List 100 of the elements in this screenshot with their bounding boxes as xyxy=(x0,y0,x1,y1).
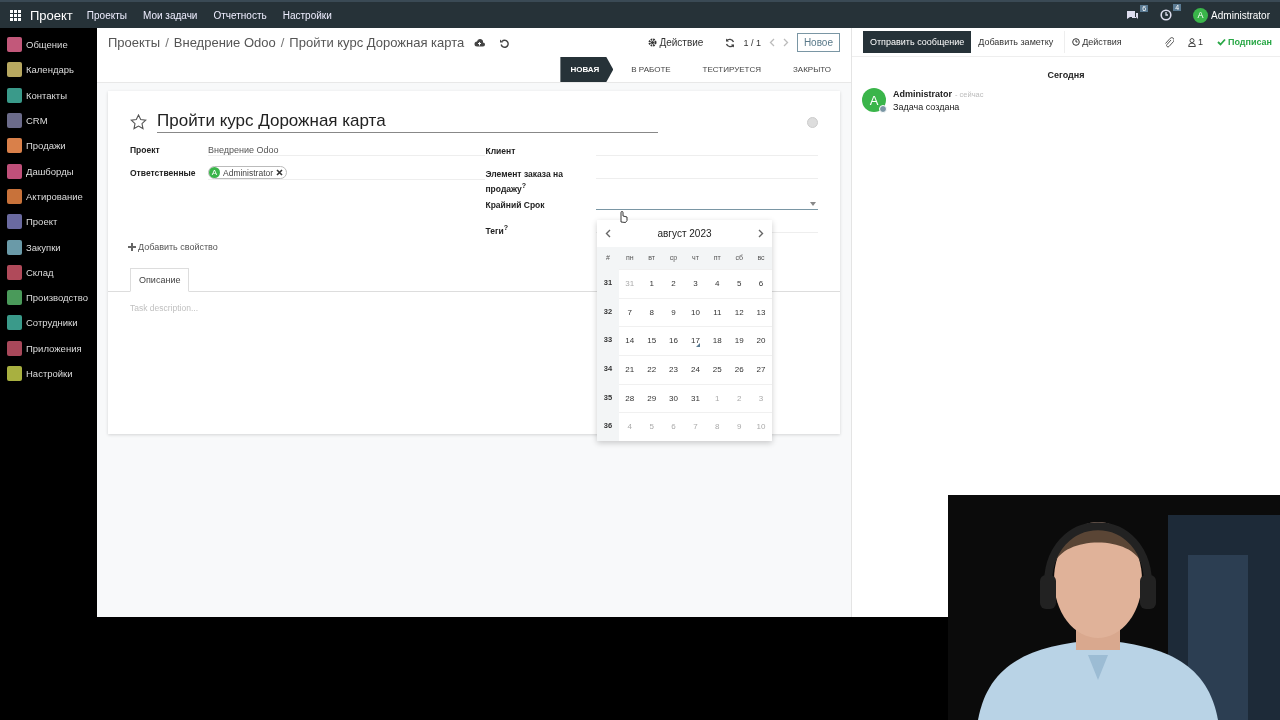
day-cell[interactable]: 15 xyxy=(640,326,663,356)
date-separator: Сегодня xyxy=(1046,70,1086,80)
day-cell[interactable]: 17 xyxy=(684,326,707,356)
chevron-right-icon[interactable] xyxy=(758,229,764,238)
field-label: Ответственные xyxy=(130,167,197,180)
breadcrumb-separator: / xyxy=(280,35,285,50)
user-name[interactable]: Administrator xyxy=(1211,9,1270,21)
action-button[interactable]: Действие xyxy=(648,37,704,48)
sidebar-item[interactable]: Контакты xyxy=(26,89,68,101)
day-cell[interactable]: 16 xyxy=(662,326,685,356)
day-cell[interactable]: 25 xyxy=(706,355,729,384)
sidebar-item[interactable]: Приложения xyxy=(26,342,82,354)
followers-button[interactable]: 1 xyxy=(1187,37,1203,47)
sidebar-item[interactable]: Общение xyxy=(26,39,68,51)
breadcrumb-link[interactable]: Проекты xyxy=(108,35,161,50)
sidebar-item[interactable]: Дашборды xyxy=(26,165,74,177)
day-cell[interactable]: 31 xyxy=(684,383,707,413)
undo-icon[interactable] xyxy=(499,37,510,48)
day-cell[interactable]: 23 xyxy=(662,355,685,384)
app-icon[interactable] xyxy=(7,163,22,179)
app-icon[interactable] xyxy=(7,188,22,204)
day-cell[interactable]: 18 xyxy=(706,326,729,356)
day-cell[interactable]: 28 xyxy=(618,383,641,413)
sidebar-item[interactable]: Производство xyxy=(26,292,88,304)
clock-icon[interactable] xyxy=(1160,9,1173,21)
remove-icon[interactable] xyxy=(276,169,284,176)
chevron-left-icon[interactable] xyxy=(605,229,611,238)
sidebar-item[interactable]: Проект xyxy=(26,216,58,228)
field-label: Крайний Срок xyxy=(485,198,546,212)
author-name[interactable]: Administrator xyxy=(893,89,952,99)
day-cell[interactable]: 20 xyxy=(750,326,772,356)
app-icon[interactable] xyxy=(7,214,22,230)
day-cell[interactable]: 30 xyxy=(662,383,685,413)
day-cell[interactable]: 7 xyxy=(618,297,641,327)
sidebar-item[interactable]: Продажи xyxy=(26,140,66,152)
menu-item[interactable]: Мои задачи xyxy=(142,9,198,21)
app-icon[interactable] xyxy=(7,87,22,103)
sidebar-item[interactable]: Календарь xyxy=(26,64,74,76)
send-message-button[interactable]: Отправить сообщение xyxy=(863,31,972,53)
placeholder-text: Task description... xyxy=(130,303,199,313)
field-label: Проект xyxy=(130,144,161,157)
menu-item[interactable]: Проекты xyxy=(86,9,127,21)
day-cell[interactable]: 24 xyxy=(684,355,707,384)
app-icon[interactable] xyxy=(7,340,22,356)
breadcrumb-separator: / xyxy=(165,35,169,50)
day-cell[interactable]: 21 xyxy=(618,355,641,384)
author-avatar: A xyxy=(862,88,886,112)
sidebar-item[interactable]: Закупки xyxy=(26,241,61,253)
app-icon[interactable] xyxy=(7,315,22,331)
day-cell[interactable]: 26 xyxy=(728,355,751,384)
day-cell[interactable]: 14 xyxy=(618,326,641,356)
add-property-button[interactable]: Добавить свойство xyxy=(128,242,218,252)
apps-menu-icon[interactable] xyxy=(10,9,21,21)
field-label: Клиент xyxy=(485,145,517,158)
day-cell[interactable]: 19 xyxy=(728,326,751,356)
day-cell[interactable]: 11 xyxy=(706,297,729,327)
day-cell[interactable]: 6 xyxy=(750,269,772,298)
day-cell[interactable]: 29 xyxy=(640,383,663,413)
star-icon[interactable] xyxy=(130,114,147,130)
log-note-button[interactable]: Добавить заметку xyxy=(971,31,1061,53)
day-cell[interactable]: 12 xyxy=(728,297,751,327)
day-cell[interactable]: 10 xyxy=(684,297,707,327)
sidebar-item[interactable]: Сотрудники xyxy=(26,317,78,329)
day-cell[interactable]: 8 xyxy=(640,297,663,327)
day-cell[interactable]: 4 xyxy=(706,269,729,298)
day-cell[interactable]: 13 xyxy=(750,297,772,327)
app-icon[interactable] xyxy=(7,113,22,129)
day-cell[interactable]: 5 xyxy=(728,269,751,298)
app-icon[interactable] xyxy=(7,239,22,255)
breadcrumb-link[interactable]: Внедрение Odoo xyxy=(173,35,276,50)
stage-button[interactable]: НОВАЯ xyxy=(560,57,614,82)
sidebar-item[interactable]: CRM xyxy=(26,115,48,127)
day-cell[interactable]: 3 xyxy=(684,269,707,298)
paperclip-icon[interactable] xyxy=(1163,36,1174,48)
app-icon[interactable] xyxy=(7,264,22,280)
app-icon[interactable] xyxy=(7,37,22,53)
tab[interactable]: Описание xyxy=(130,268,190,292)
refresh-icon[interactable] xyxy=(725,37,736,48)
caret-icon xyxy=(810,201,816,206)
app-icon[interactable] xyxy=(7,138,22,154)
new-button[interactable]: Новое xyxy=(796,33,840,52)
month-title[interactable]: август 2023 xyxy=(657,228,712,239)
app-icon[interactable] xyxy=(7,290,22,306)
activities-button[interactable]: Действия xyxy=(1064,31,1129,53)
day-cell[interactable]: 2 xyxy=(662,269,685,298)
day-cell[interactable]: 22 xyxy=(640,355,663,384)
input-field[interactable]: Внедрение Odoo xyxy=(208,143,486,156)
sidebar-item[interactable]: Склад xyxy=(26,266,54,278)
day-cell[interactable]: 27 xyxy=(750,355,772,384)
cloud-upload-icon[interactable] xyxy=(474,38,486,47)
menu-item[interactable]: Настройки xyxy=(282,9,332,21)
day-cell[interactable]: 9 xyxy=(662,297,685,327)
day-cell[interactable]: 1 xyxy=(640,269,663,298)
menu-item[interactable]: Отчетность xyxy=(213,9,267,21)
sidebar-item[interactable]: Настройки xyxy=(26,368,73,379)
chat-icon[interactable] xyxy=(1126,9,1140,21)
sidebar-item[interactable]: Актирование xyxy=(26,190,83,202)
task-title-field[interactable]: Пройти курс Дорожная карта xyxy=(157,111,658,133)
app-icon[interactable] xyxy=(7,62,22,78)
app-name[interactable]: Проект xyxy=(30,7,73,23)
